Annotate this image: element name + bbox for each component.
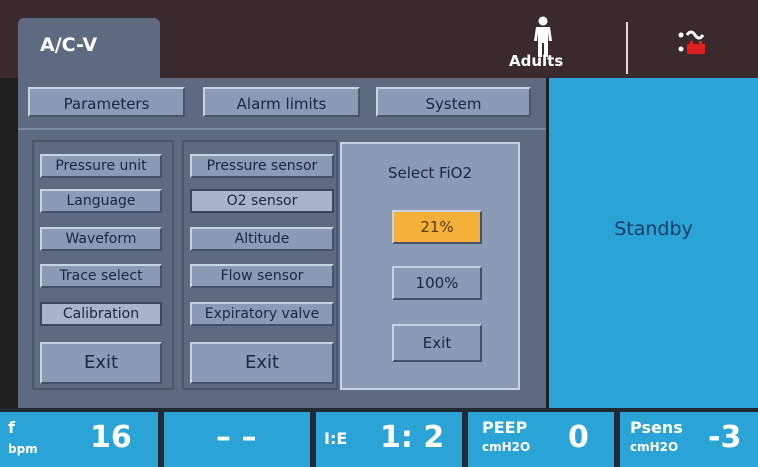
fio2-exit-button[interactable]: Exit: [392, 324, 482, 362]
rate-value: 16: [90, 420, 132, 455]
mode-label: A/C-V: [40, 34, 98, 56]
bottom-bar: f bpm 16 – – I:E 1: 2 PEEP cmH2O 0 Psens…: [0, 408, 758, 467]
mode-tab[interactable]: A/C-V: [18, 18, 160, 78]
ac-battery-icon: [678, 30, 705, 54]
expiratory-valve-button[interactable]: Expiratory valve: [190, 302, 334, 326]
altitude-button[interactable]: Altitude: [190, 227, 334, 251]
waveform-button[interactable]: Waveform: [40, 227, 162, 251]
peep-label: PEEP: [482, 418, 528, 437]
blank-tile[interactable]: – –: [164, 412, 310, 467]
divider: [18, 128, 546, 130]
standby-text: Standby: [614, 218, 693, 240]
fio2-100-button[interactable]: 100%: [392, 266, 482, 300]
ie-ratio-tile[interactable]: I:E 1: 2: [316, 412, 462, 467]
divider: [626, 22, 628, 74]
fio2-title: Select FiO2: [387, 164, 473, 182]
exit-button[interactable]: Exit: [40, 342, 162, 384]
psens-tile[interactable]: Psens cmH2O -3: [620, 412, 758, 467]
fio2-select-box: Select FiO2 21% 100% Exit: [340, 142, 520, 390]
standby-panel[interactable]: Standby: [549, 78, 758, 408]
pressure-sensor-button[interactable]: Pressure sensor: [190, 154, 334, 178]
psens-label: Psens: [630, 418, 683, 437]
blank-value: – –: [216, 420, 257, 455]
tab-alarm-limits[interactable]: Alarm limits: [203, 87, 360, 117]
peep-unit: cmH2O: [482, 440, 531, 454]
psens-value: -3: [708, 420, 742, 455]
patient-type-label[interactable]: Adults: [509, 52, 563, 70]
tab-parameters[interactable]: Parameters: [28, 87, 185, 117]
peep-value: 0: [568, 420, 589, 455]
language-button[interactable]: Language: [40, 189, 162, 213]
ventilator-screen: A/C-V Adults Parameters Alarm limits Sys…: [0, 0, 758, 467]
rate-unit: bpm: [8, 442, 38, 456]
rate-label: f: [8, 418, 15, 437]
calibration-button[interactable]: Calibration: [40, 302, 162, 326]
o2-sensor-button[interactable]: O2 sensor: [190, 189, 334, 213]
trace-select-button[interactable]: Trace select: [40, 264, 162, 288]
rate-tile[interactable]: f bpm 16: [0, 412, 158, 467]
ie-value: 1: 2: [380, 420, 445, 455]
ie-label: I:E: [324, 429, 348, 448]
tab-system[interactable]: System: [376, 87, 531, 117]
pressure-unit-button[interactable]: Pressure unit: [40, 154, 162, 178]
exit-button[interactable]: Exit: [190, 342, 334, 384]
top-bar: A/C-V Adults: [0, 0, 758, 78]
psens-unit: cmH2O: [630, 440, 679, 454]
fio2-21-button[interactable]: 21%: [392, 210, 482, 244]
peep-tile[interactable]: PEEP cmH2O 0: [468, 412, 614, 467]
flow-sensor-button[interactable]: Flow sensor: [190, 264, 334, 288]
